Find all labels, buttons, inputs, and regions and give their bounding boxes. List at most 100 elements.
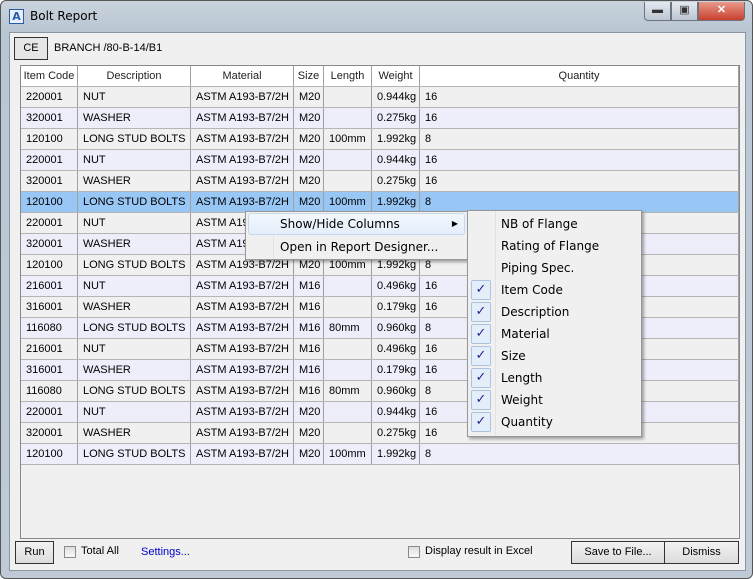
table-cell: 16 xyxy=(420,108,739,128)
table-cell: LONG STUD BOLTS xyxy=(78,444,191,464)
table-cell: M20 xyxy=(294,402,324,422)
table-cell: 0.179kg xyxy=(372,297,420,317)
table-cell xyxy=(324,423,372,443)
table-cell: 0.275kg xyxy=(372,108,420,128)
submenu-item[interactable]: ✓ Weight xyxy=(468,389,641,411)
submenu-item-label: Description xyxy=(501,305,570,319)
dismiss-button[interactable]: Dismiss xyxy=(664,541,739,564)
table-cell: NUT xyxy=(78,150,191,170)
table-cell: 120100 xyxy=(21,444,78,464)
table-cell xyxy=(324,171,372,191)
window-title: Bolt Report xyxy=(30,9,98,23)
table-cell: ASTM A193-B7/2H xyxy=(191,318,294,338)
checkmark-icon: ✓ xyxy=(471,390,491,410)
table-cell: 0.960kg xyxy=(372,318,420,338)
save-to-file-button[interactable]: Save to File... xyxy=(571,541,665,564)
table-row[interactable]: 120100 LONG STUD BOLTS ASTM A193-B7/2H M20 1… xyxy=(21,444,739,465)
table-cell: ASTM A193-B7/2H xyxy=(191,423,294,443)
header-cell: Item Code xyxy=(21,66,78,86)
table-cell: 320001 xyxy=(21,423,78,443)
checkmark-icon: ✓ xyxy=(471,368,491,388)
maximize-button[interactable]: ▣ xyxy=(671,2,698,21)
table-cell: M16 xyxy=(294,381,324,401)
submenu-item[interactable]: ✓ Length xyxy=(468,367,641,389)
settings-link[interactable]: Settings... xyxy=(141,546,190,558)
checkmark-icon: ✓ xyxy=(471,412,491,432)
table-cell: 100mm xyxy=(324,129,372,149)
ce-button[interactable]: CE xyxy=(14,37,48,60)
table-cell: M20 xyxy=(294,444,324,464)
table-cell: 120100 xyxy=(21,129,78,149)
table-cell: 8 xyxy=(420,129,739,149)
table-cell: M20 xyxy=(294,150,324,170)
table-cell: 316001 xyxy=(21,360,78,380)
table-header[interactable]: Item Code Description Material Size Length We… xyxy=(21,66,739,87)
table-row[interactable]: 320001WASHERASTM A193-B7/2HM20 0.275kg16 xyxy=(21,108,739,129)
table-row[interactable]: 320001WASHERASTM A193-B7/2HM20 0.275kg16 xyxy=(21,171,739,192)
table-row[interactable]: 220001NUTASTM A193-B7/2HM20 0.944kg16 xyxy=(21,150,739,171)
excel-label: Display result in Excel xyxy=(425,545,533,557)
header-cell: Size xyxy=(294,66,324,86)
table-cell: M20 xyxy=(294,192,324,212)
submenu-item-label: Item Code xyxy=(501,283,563,297)
submenu-item[interactable]: NB of Flange xyxy=(468,213,641,235)
app-a-icon: A xyxy=(9,8,24,24)
table-cell: 0.944kg xyxy=(372,87,420,107)
table-cell: 8 xyxy=(420,444,739,464)
submenu-item[interactable]: ✓ Description xyxy=(468,301,641,323)
submenu-item[interactable]: ✓ Material xyxy=(468,323,641,345)
table-cell: 0.496kg xyxy=(372,276,420,296)
table-cell: ASTM A193-B7/2H xyxy=(191,402,294,422)
table-cell: 16 xyxy=(420,87,739,107)
table-cell: NUT xyxy=(78,339,191,359)
total-all-checkbox[interactable] xyxy=(64,546,76,558)
submenu-item[interactable]: ✓ Item Code xyxy=(468,279,641,301)
submenu-item-label: Rating of Flange xyxy=(501,239,600,253)
checkmark-icon: ✓ xyxy=(471,302,491,322)
table-cell: M20 xyxy=(294,129,324,149)
submenu-item-label: Length xyxy=(501,371,543,385)
table-cell: 0.275kg xyxy=(372,423,420,443)
table-cell: NUT xyxy=(78,402,191,422)
header-cell: Length xyxy=(324,66,372,86)
header-cell: Material xyxy=(191,66,294,86)
table-cell xyxy=(324,108,372,128)
table-cell: ASTM A193-B7/2H xyxy=(191,129,294,149)
table-cell: 320001 xyxy=(21,234,78,254)
submenu-item[interactable]: ✓ Quantity xyxy=(468,411,641,433)
table-cell: 1.992kg xyxy=(372,192,420,212)
submenu-item[interactable]: ✓ Size xyxy=(468,345,641,367)
table-cell: 320001 xyxy=(21,171,78,191)
close-button[interactable]: ✕ xyxy=(698,2,745,21)
table-cell: M16 xyxy=(294,339,324,359)
table-cell: LONG STUD BOLTS xyxy=(78,318,191,338)
table-cell: M16 xyxy=(294,297,324,317)
menu-item-show-hide-columns[interactable]: Show/Hide Columns ▶ xyxy=(248,213,465,235)
table-cell: 100mm xyxy=(324,444,372,464)
table-cell xyxy=(324,339,372,359)
run-button[interactable]: Run xyxy=(15,541,54,564)
table-cell: ASTM A193-B7/2H xyxy=(191,150,294,170)
submenu-item-label: Piping Spec. xyxy=(501,261,575,275)
menu-item-open-report-designer[interactable]: Open in Report Designer... xyxy=(248,236,465,258)
table-cell: 80mm xyxy=(324,381,372,401)
table-cell: 216001 xyxy=(21,339,78,359)
submenu-item[interactable]: Rating of Flange xyxy=(468,235,641,257)
table-cell: WASHER xyxy=(78,108,191,128)
table-cell: NUT xyxy=(78,87,191,107)
checkmark-icon: ✓ xyxy=(471,324,491,344)
minimize-button[interactable]: ▬ xyxy=(644,2,671,21)
table-row[interactable]: 220001NUTASTM A193-B7/2HM20 0.944kg16 xyxy=(21,87,739,108)
table-row[interactable]: 120100 LONG STUD BOLTS ASTM A193-B7/2H M20 1… xyxy=(21,129,739,150)
table-cell xyxy=(324,150,372,170)
table-cell: 16 xyxy=(420,171,739,191)
menu-item-label: Show/Hide Columns xyxy=(280,217,400,231)
table-cell: ASTM A193-B7/2H xyxy=(191,360,294,380)
header-cell: Weight xyxy=(372,66,420,86)
excel-checkbox[interactable] xyxy=(408,546,420,558)
submenu-item[interactable]: Piping Spec. xyxy=(468,257,641,279)
table-cell: 1.992kg xyxy=(372,444,420,464)
submenu-item-label: Material xyxy=(501,327,550,341)
table-cell: 216001 xyxy=(21,276,78,296)
submenu-item-label: Weight xyxy=(501,393,543,407)
